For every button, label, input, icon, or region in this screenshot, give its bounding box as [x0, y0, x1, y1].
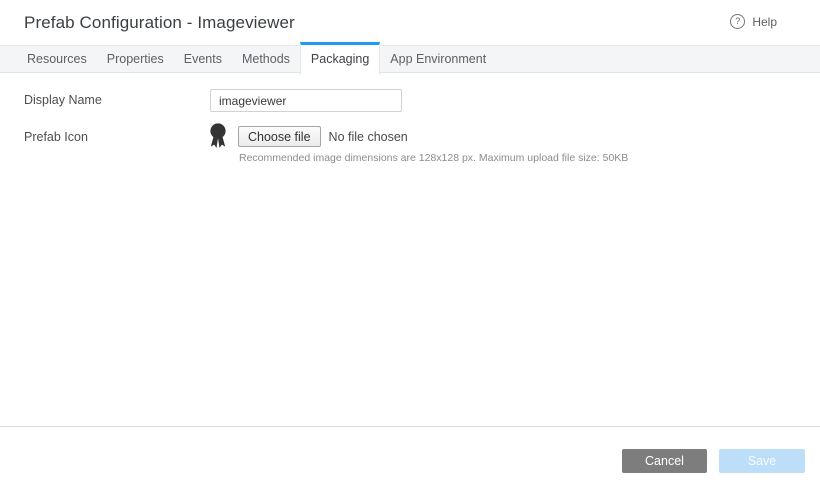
tab-resources[interactable]: Resources — [17, 46, 97, 72]
tab-properties[interactable]: Properties — [97, 46, 174, 72]
display-name-input[interactable] — [210, 89, 402, 112]
dialog-header: Prefab Configuration - Imageviewer ? Hel… — [0, 0, 820, 45]
tab-app-environment[interactable]: App Environment — [380, 46, 496, 72]
upload-hint-text: Recommended image dimensions are 128x128… — [239, 152, 628, 164]
tab-events[interactable]: Events — [174, 46, 232, 72]
tab-methods[interactable]: Methods — [232, 46, 300, 72]
prefab-icon-label: Prefab Icon — [24, 130, 88, 144]
help-question-icon: ? — [730, 14, 745, 29]
award-ribbon-icon — [209, 123, 227, 149]
help-button[interactable]: ? Help — [730, 14, 777, 29]
cancel-button[interactable]: Cancel — [622, 449, 707, 473]
tab-bar: Resources Properties Events Methods Pack… — [0, 45, 820, 73]
help-label: Help — [752, 15, 777, 29]
tab-packaging[interactable]: Packaging — [300, 42, 380, 75]
choose-file-button[interactable]: Choose file — [238, 126, 321, 147]
dialog-footer: Cancel Save — [0, 427, 820, 491]
prefab-configuration-dialog: Prefab Configuration - Imageviewer ? Hel… — [0, 0, 820, 491]
prefab-icon-upload-row: Choose file No file chosen — [238, 126, 408, 147]
packaging-tab-panel: Display Name Prefab Icon Choose file No … — [0, 75, 820, 426]
save-button[interactable]: Save — [719, 449, 805, 473]
file-chosen-status: No file chosen — [329, 130, 408, 144]
display-name-label: Display Name — [24, 93, 102, 107]
page-title: Prefab Configuration - Imageviewer — [24, 13, 295, 33]
